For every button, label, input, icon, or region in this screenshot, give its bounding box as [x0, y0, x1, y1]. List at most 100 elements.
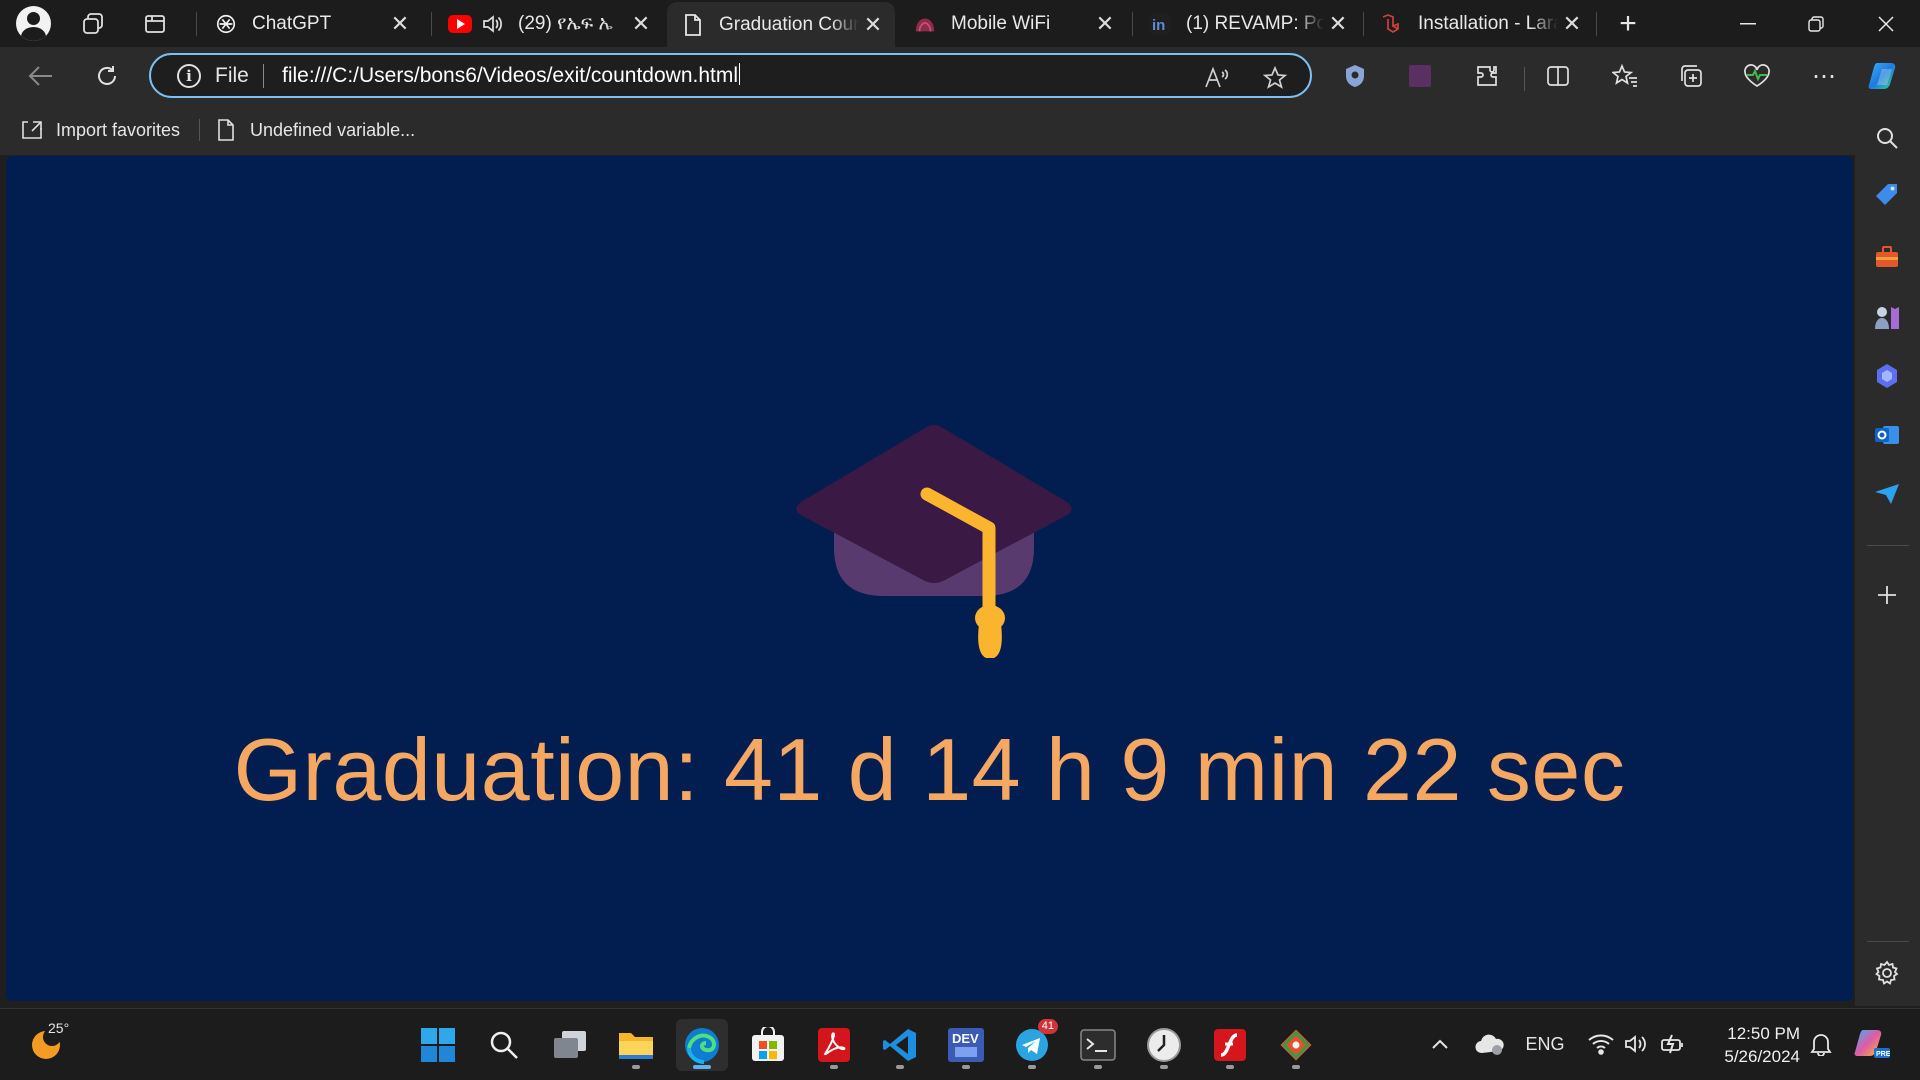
restore-button[interactable]	[1788, 0, 1844, 47]
color-extension-icon[interactable]	[1401, 57, 1439, 95]
volume-icon[interactable]	[1622, 1029, 1652, 1059]
close-tab-icon[interactable]: ✕	[627, 10, 655, 38]
file-explorer-icon[interactable]	[610, 1019, 662, 1071]
router-icon	[913, 12, 937, 36]
system-clock[interactable]: 12:50 PM 5/26/2024	[1700, 1022, 1800, 1068]
back-button[interactable]	[22, 57, 60, 95]
tab-linkedin[interactable]: in (1) REVAMP: Post ✕	[1134, 0, 1360, 47]
navigation-bar: i File file:///C:/Users/bons6/Videos/exi…	[0, 47, 1920, 105]
browser-essentials-icon[interactable]	[1738, 57, 1776, 95]
new-tab-icon: +	[1619, 7, 1637, 40]
close-window-button[interactable]	[1858, 0, 1914, 47]
favorites-bar: Import favorites Undefined variable...	[0, 105, 1920, 155]
tab-laravel[interactable]: Installation - Laravel ✕	[1366, 0, 1594, 47]
favorite-label: Import favorites	[56, 119, 181, 140]
profile-avatar-icon[interactable]	[16, 6, 51, 41]
search-icon[interactable]	[1871, 122, 1903, 154]
edge-taskbar-icon[interactable]	[676, 1019, 728, 1071]
favorite-label: Undefined variable...	[250, 119, 416, 140]
acrobat-icon[interactable]	[808, 1019, 860, 1071]
refresh-button[interactable]	[88, 57, 126, 95]
copilot-icon[interactable]	[1866, 57, 1904, 95]
tab-title: ChatGPT	[252, 12, 332, 34]
svg-text:PRE: PRE	[1876, 1051, 1890, 1058]
graduation-cap-icon	[796, 425, 1072, 658]
tab-title: Graduation Countdown	[719, 13, 859, 35]
minimize-button[interactable]	[1720, 0, 1776, 47]
notification-bell-icon[interactable]	[1806, 1029, 1836, 1059]
onedrive-cloud-icon[interactable]	[1473, 1029, 1507, 1059]
import-icon	[20, 118, 44, 142]
send-icon[interactable]	[1871, 478, 1903, 510]
sidebar-settings-gear-icon[interactable]	[1871, 957, 1903, 989]
close-tab-icon[interactable]: ✕	[859, 11, 887, 39]
clock-time: 12:50 PM	[1727, 1024, 1800, 1043]
tools-briefcase-icon[interactable]	[1871, 241, 1903, 273]
tab-mobile-wifi[interactable]: Mobile WiFi ✕	[899, 0, 1127, 47]
telegram-icon[interactable]: 41	[1006, 1019, 1058, 1071]
favorite-undefined-variable[interactable]: Undefined variable...	[214, 117, 415, 143]
vscode-icon[interactable]	[874, 1019, 926, 1071]
copilot-taskbar-icon[interactable]: PRE	[1852, 1029, 1892, 1059]
new-tab-button[interactable]: +	[1610, 6, 1646, 42]
close-tab-icon[interactable]: ✕	[386, 10, 414, 38]
tab-title: Installation - Laravel	[1418, 12, 1558, 34]
show-hidden-icons-chevron-up-icon[interactable]	[1425, 1029, 1455, 1059]
openai-icon	[214, 12, 238, 36]
games-icon[interactable]	[1871, 301, 1903, 333]
speaker-icon[interactable]	[480, 12, 504, 36]
edge-sidebar	[1855, 105, 1920, 1006]
add-sidebar-app-icon[interactable]	[1871, 579, 1903, 611]
page-icon	[214, 118, 238, 142]
close-tab-icon[interactable]: ✕	[1558, 10, 1586, 38]
tab-actions-icon[interactable]	[137, 6, 173, 42]
read-aloud-icon[interactable]	[1203, 64, 1231, 92]
tab-strip: ChatGPT ✕ (29) የኤፍ ኤ ✕ Graduation Countd…	[0, 0, 1920, 47]
wifi-icon[interactable]	[1586, 1029, 1616, 1059]
favorites-icon[interactable]	[1606, 57, 1644, 95]
tab-title: (1) REVAMP: Post	[1186, 12, 1324, 34]
notification-badge: 41	[1037, 1019, 1058, 1034]
clock-date: 5/26/2024	[1724, 1047, 1800, 1066]
workspaces-icon[interactable]	[75, 6, 111, 42]
clock-app-icon[interactable]	[1138, 1019, 1190, 1071]
tab-graduation-countdown[interactable]: Graduation Countdown ✕	[667, 2, 895, 47]
shopping-tag-icon[interactable]	[1871, 179, 1903, 211]
task-view-icon[interactable]	[544, 1019, 596, 1071]
shield-extension-icon[interactable]	[1336, 57, 1374, 95]
dev-label: DEV	[952, 1031, 979, 1046]
laravel-icon	[1380, 12, 1404, 36]
outlook-icon[interactable]	[1871, 419, 1903, 451]
settings-more-icon[interactable]: ⋯	[1805, 57, 1843, 95]
favorite-import[interactable]: Import favorites	[20, 117, 180, 143]
close-tab-icon[interactable]: ✕	[1091, 10, 1119, 38]
terminal-icon[interactable]	[1072, 1019, 1124, 1071]
battery-charging-icon[interactable]	[1658, 1029, 1688, 1059]
tab-youtube[interactable]: (29) የኤፍ ኤ ✕	[434, 0, 663, 47]
copilot-sidebar-icon[interactable]	[1871, 360, 1903, 392]
file-icon	[681, 13, 705, 37]
git-icon[interactable]	[1270, 1019, 1322, 1071]
split-screen-icon[interactable]	[1539, 57, 1577, 95]
page-viewport: Graduation: 41 d 14 h 9 min 22 sec	[6, 156, 1853, 1001]
language-indicator[interactable]: ENG	[1522, 1029, 1568, 1059]
extensions-icon[interactable]	[1468, 57, 1506, 95]
collections-icon[interactable]	[1672, 57, 1710, 95]
windows-taskbar: 25° DEV 41 ENG 12:50 PM 5/26/2024 PRE	[0, 1008, 1920, 1080]
microsoft-store-icon[interactable]	[742, 1019, 794, 1071]
url-scheme-label: File	[215, 64, 249, 87]
youtube-icon	[448, 12, 472, 36]
start-button[interactable]	[412, 1019, 464, 1071]
close-tab-icon[interactable]: ✕	[1324, 10, 1352, 38]
flash-icon[interactable]	[1204, 1019, 1256, 1071]
linkedin-icon: in	[1148, 12, 1172, 36]
tab-chatgpt[interactable]: ChatGPT ✕	[200, 0, 422, 47]
search-taskbar-icon[interactable]	[478, 1019, 530, 1071]
dev-home-icon[interactable]: DEV	[940, 1019, 992, 1071]
site-info-icon[interactable]: i	[177, 64, 201, 88]
favorite-star-icon[interactable]	[1261, 64, 1289, 92]
graduation-countdown-text: Graduation: 41 d 14 h 9 min 22 sec	[233, 720, 1626, 819]
svg-text:in: in	[1152, 17, 1165, 34]
address-bar[interactable]: i File file:///C:/Users/bons6/Videos/exi…	[149, 53, 1312, 98]
url-text[interactable]: file:///C:/Users/bons6/Videos/exit/count…	[282, 63, 740, 88]
